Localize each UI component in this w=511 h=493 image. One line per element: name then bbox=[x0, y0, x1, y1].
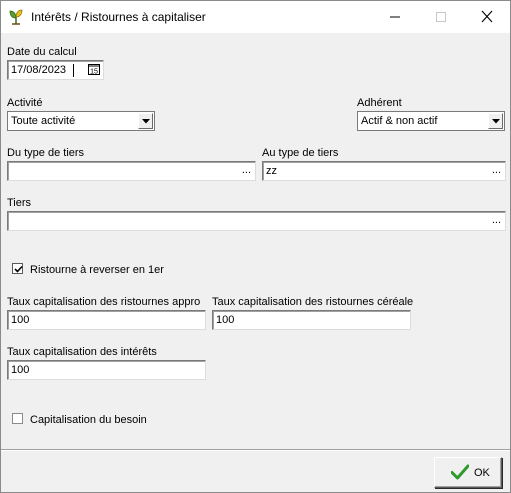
taux-cereale-value: 100 bbox=[216, 314, 235, 326]
plant-icon bbox=[8, 9, 24, 25]
chevron-down-icon bbox=[492, 119, 500, 124]
activite-select[interactable]: Toute activité bbox=[7, 111, 155, 131]
dialog-window: Intérêts / Ristournes à capitaliser Date… bbox=[0, 0, 511, 493]
minimize-button[interactable] bbox=[372, 1, 418, 33]
taux-interets-field[interactable]: 100 bbox=[7, 360, 206, 380]
calendar-day: 15 bbox=[90, 69, 98, 76]
capitalisation-besoin-checkbox[interactable] bbox=[12, 413, 23, 424]
checkmark-icon bbox=[14, 265, 23, 273]
adherent-dropdown-button[interactable] bbox=[488, 113, 503, 129]
taux-appro-value: 100 bbox=[11, 314, 30, 326]
tiers-field[interactable]: ... bbox=[7, 211, 506, 231]
ok-button[interactable]: OK bbox=[434, 457, 502, 488]
chevron-down-icon bbox=[142, 119, 150, 124]
capitalisation-besoin-label[interactable]: Capitalisation du besoin bbox=[30, 414, 147, 426]
footer-divider-highlight bbox=[1, 450, 510, 451]
checkmark-icon bbox=[451, 464, 469, 480]
close-icon bbox=[481, 10, 493, 23]
date-label: Date du calcul bbox=[7, 46, 77, 58]
tiers-browse-button[interactable]: ... bbox=[492, 214, 501, 226]
taux-appro-field[interactable]: 100 bbox=[7, 310, 206, 330]
title-bar[interactable]: Intérêts / Ristournes à capitaliser bbox=[1, 1, 510, 33]
au-type-field[interactable]: zz ... bbox=[262, 161, 506, 181]
calendar-icon[interactable]: 15 bbox=[88, 64, 100, 76]
maximize-icon bbox=[436, 12, 446, 22]
activite-dropdown-button[interactable] bbox=[138, 113, 153, 129]
taux-interets-value: 100 bbox=[11, 364, 30, 376]
close-button[interactable] bbox=[464, 1, 510, 33]
taux-cereale-label: Taux capitalisation des ristournes céréa… bbox=[212, 296, 414, 308]
du-type-browse-button[interactable]: ... bbox=[242, 164, 251, 176]
activite-value: Toute activité bbox=[11, 115, 76, 127]
ristourne-checkbox-label[interactable]: Ristourne à reverser en 1er bbox=[30, 264, 164, 276]
tiers-label: Tiers bbox=[7, 197, 32, 209]
window-title: Intérêts / Ristournes à capitaliser bbox=[31, 10, 206, 24]
du-type-label: Du type de tiers bbox=[7, 147, 85, 159]
activite-label: Activité bbox=[7, 97, 43, 109]
date-value: 17/08/2023 bbox=[11, 64, 67, 76]
au-type-browse-button[interactable]: ... bbox=[492, 164, 501, 176]
adherent-select[interactable]: Actif & non actif bbox=[357, 111, 505, 131]
text-cursor bbox=[73, 64, 74, 77]
taux-cereale-field[interactable]: 100 bbox=[212, 310, 411, 330]
date-field[interactable]: 17/08/2023 15 bbox=[7, 60, 104, 80]
au-type-value: zz bbox=[266, 165, 277, 177]
maximize-button bbox=[418, 1, 464, 33]
ok-label: OK bbox=[474, 467, 490, 479]
adherent-value: Actif & non actif bbox=[361, 115, 438, 127]
minimize-icon bbox=[390, 16, 400, 18]
adherent-label: Adhérent bbox=[357, 97, 402, 109]
taux-appro-label: Taux capitalisation des ristournes appro bbox=[7, 296, 201, 308]
ristourne-checkbox[interactable] bbox=[12, 263, 23, 274]
du-type-field[interactable]: ... bbox=[7, 161, 256, 181]
au-type-label: Au type de tiers bbox=[262, 147, 339, 159]
taux-interets-label: Taux capitalisation des intérêts bbox=[7, 346, 157, 358]
